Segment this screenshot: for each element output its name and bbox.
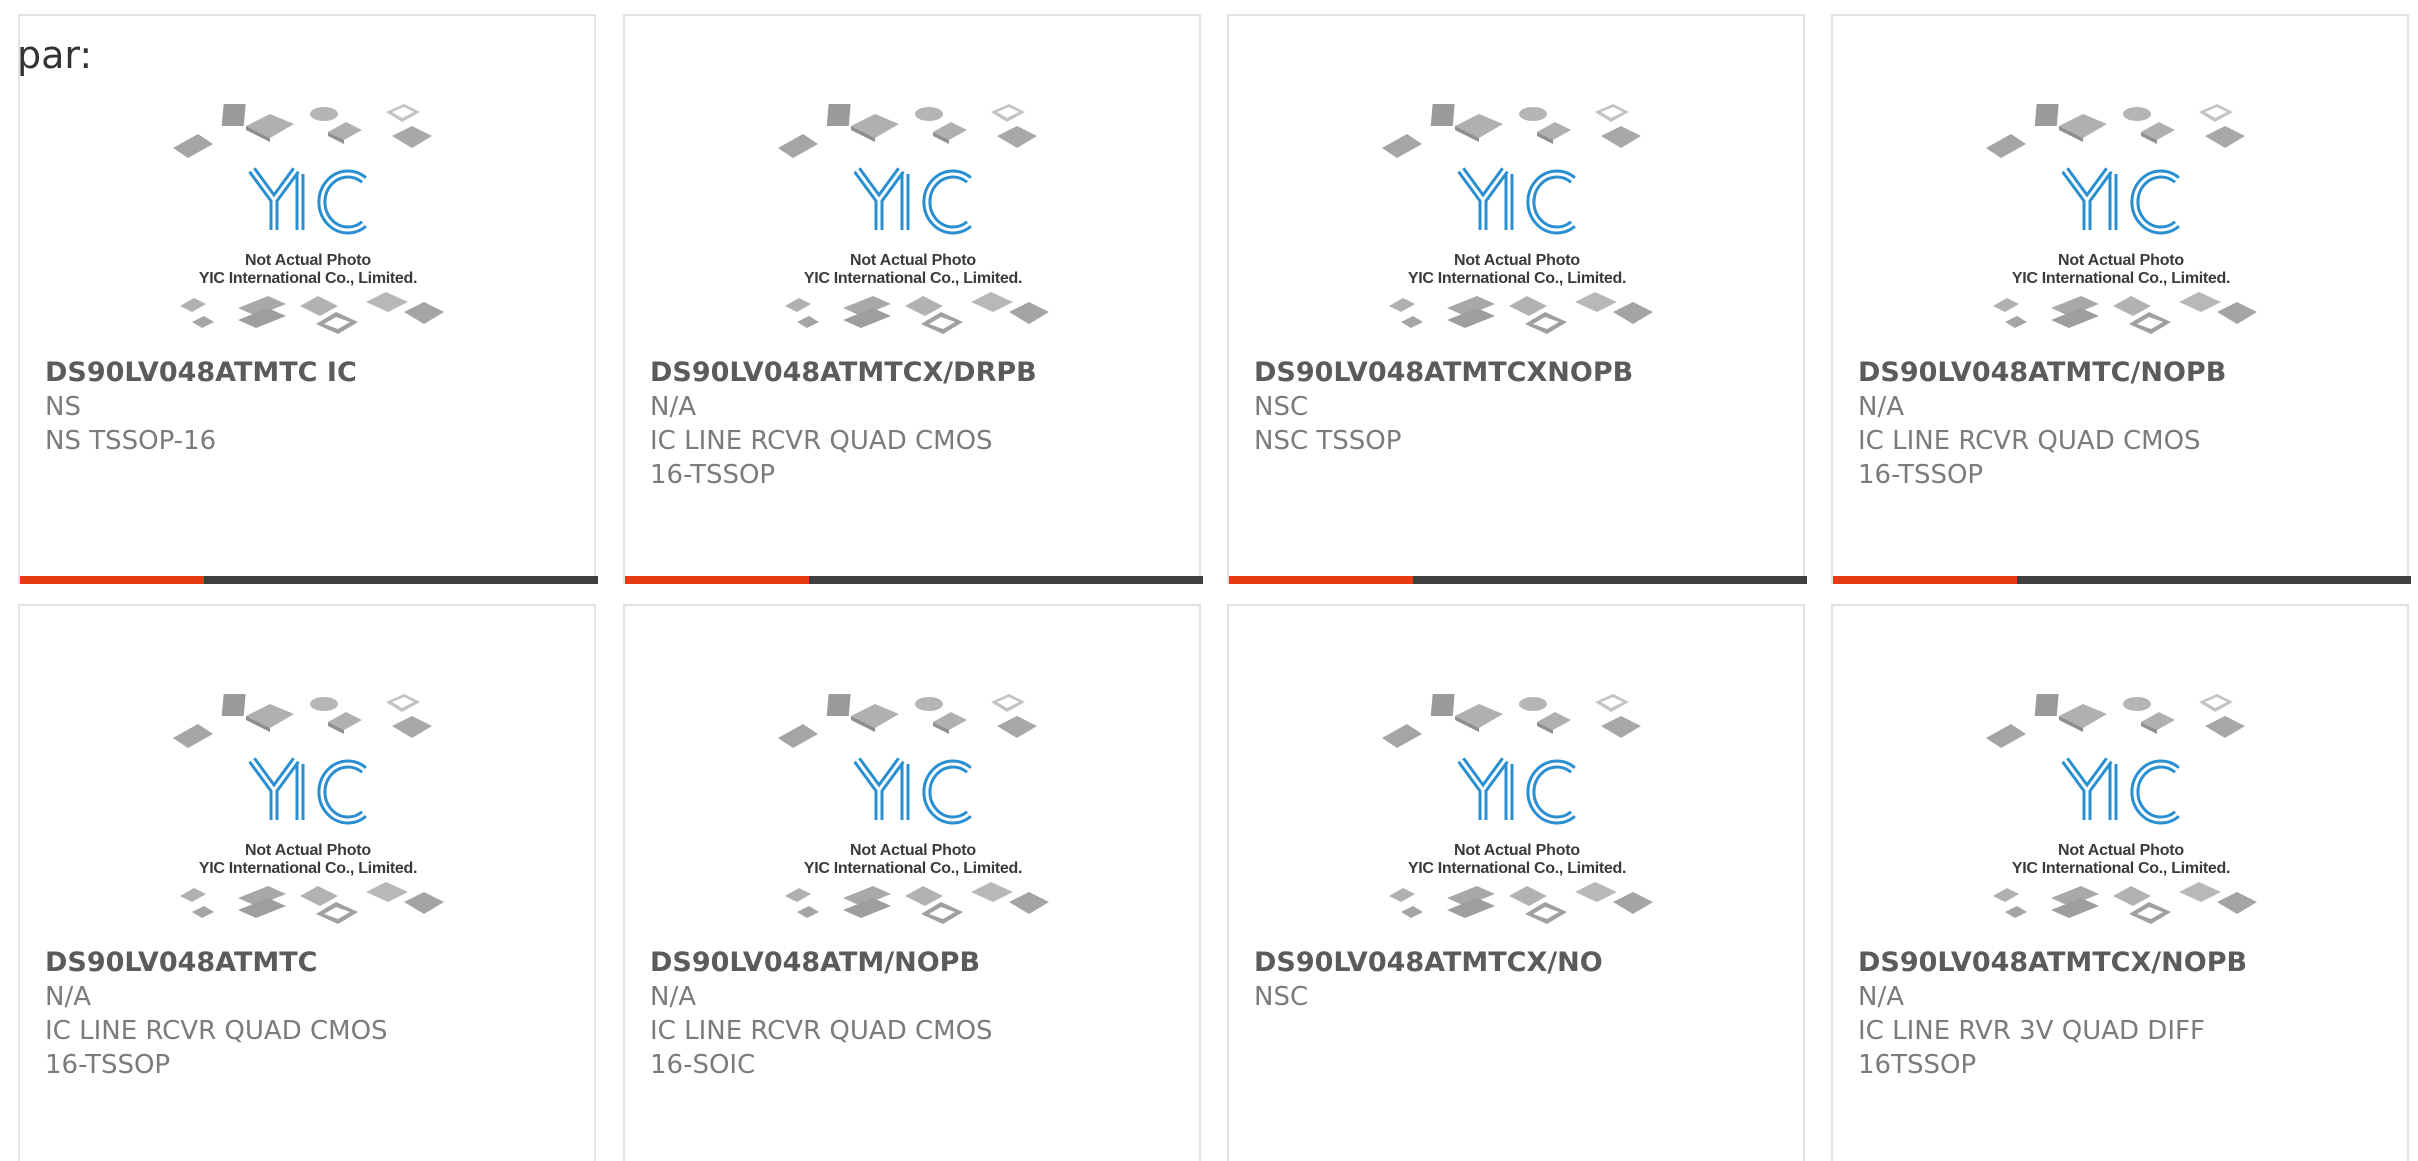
company-label: YIC International Co., Limited.	[2011, 270, 2231, 287]
manufacturer: N/A	[650, 392, 696, 422]
company-label: YIC International Co., Limited.	[198, 860, 418, 877]
product-placeholder-image: Not Actual Photo YIC International Co., …	[1981, 100, 2261, 345]
product-info: DS90LV048ATMTCX/NOPB N/A IC LINE RVR 3V …	[1858, 946, 2358, 1082]
part-number-link[interactable]: DS90LV048ATMTC IC	[45, 356, 545, 390]
product-card[interactable]: Not Actual Photo YIC International Co., …	[623, 604, 1201, 1161]
product-info: DS90LV048ATMTC/NOPB N/A IC LINE RCVR QUA…	[1858, 356, 2358, 492]
company-label: YIC International Co., Limited.	[1407, 270, 1627, 287]
part-number-link[interactable]: DS90LV048ATMTCXNOPB	[1254, 356, 1754, 390]
manufacturer: N/A	[1858, 982, 1904, 1012]
chip-package-illustration	[1382, 104, 1653, 334]
product-card[interactable]: Not Actual Photo YIC International Co., …	[18, 14, 598, 584]
manufacturer: N/A	[1858, 392, 1904, 422]
product-card[interactable]: Not Actual Photo YIC International Co., …	[623, 14, 1203, 584]
part-number-link[interactable]: DS90LV048ATMTCX/DRPB	[650, 356, 1150, 390]
page-heading: par:	[17, 33, 93, 77]
chip-package-illustration	[778, 104, 1049, 334]
card-accent-bar	[1229, 576, 1807, 584]
manufacturer: NS	[45, 392, 81, 422]
product-description: IC LINE RCVR QUAD CMOS 16-TSSOP	[45, 1016, 388, 1080]
product-description: NS TSSOP-16	[45, 426, 217, 456]
company-label: YIC International Co., Limited.	[1407, 860, 1627, 877]
not-actual-photo-label: Not Actual Photo	[1454, 252, 1580, 269]
not-actual-photo-label: Not Actual Photo	[850, 842, 976, 859]
manufacturer: N/A	[650, 982, 696, 1012]
product-info: DS90LV048ATMTC N/A IC LINE RCVR QUAD CMO…	[45, 946, 545, 1082]
product-placeholder-image: Not Actual Photo YIC International Co., …	[1377, 100, 1657, 345]
chip-package-illustration	[1986, 104, 2257, 334]
part-number-link[interactable]: DS90LV048ATMTC	[45, 946, 545, 980]
company-label: YIC International Co., Limited.	[803, 270, 1023, 287]
not-actual-photo-label: Not Actual Photo	[245, 252, 371, 269]
part-number-link[interactable]: DS90LV048ATMTC/NOPB	[1858, 356, 2358, 390]
product-card[interactable]: Not Actual Photo YIC International Co., …	[1831, 14, 2411, 584]
product-listing-page: par: Not Actual Photo YIC International …	[0, 0, 2418, 1161]
not-actual-photo-label: Not Actual Photo	[245, 842, 371, 859]
product-info: DS90LV048ATMTC IC NS NS TSSOP-16	[45, 356, 545, 458]
chip-package-illustration	[1382, 694, 1653, 924]
company-label: YIC International Co., Limited.	[198, 270, 418, 287]
part-number-link[interactable]: DS90LV048ATMTCX/NO	[1254, 946, 1754, 980]
product-description: IC LINE RCVR QUAD CMOS 16-TSSOP	[1858, 426, 2201, 490]
chip-package-illustration	[1986, 694, 2257, 924]
product-info: DS90LV048ATMTCX/DRPB N/A IC LINE RCVR QU…	[650, 356, 1150, 492]
not-actual-photo-label: Not Actual Photo	[2058, 252, 2184, 269]
product-info: DS90LV048ATM/NOPB N/A IC LINE RCVR QUAD …	[650, 946, 1150, 1082]
product-description: IC LINE RCVR QUAD CMOS 16-SOIC	[650, 1016, 993, 1080]
product-placeholder-image: Not Actual Photo YIC International Co., …	[1981, 690, 2261, 935]
company-label: YIC International Co., Limited.	[2011, 860, 2231, 877]
manufacturer: NSC	[1254, 392, 1309, 422]
card-accent-bar	[625, 576, 1203, 584]
manufacturer: NSC	[1254, 982, 1309, 1012]
part-number-link[interactable]: DS90LV048ATM/NOPB	[650, 946, 1150, 980]
product-card[interactable]: Not Actual Photo YIC International Co., …	[1227, 14, 1807, 584]
product-placeholder-image: Not Actual Photo YIC International Co., …	[168, 100, 448, 345]
chip-package-illustration	[173, 104, 444, 334]
product-placeholder-image: Not Actual Photo YIC International Co., …	[168, 690, 448, 935]
card-accent-bar	[1833, 576, 2411, 584]
product-description: IC LINE RCVR QUAD CMOS 16-TSSOP	[650, 426, 993, 490]
product-card[interactable]: Not Actual Photo YIC International Co., …	[1831, 604, 2409, 1161]
product-card[interactable]: Not Actual Photo YIC International Co., …	[18, 604, 596, 1161]
product-placeholder-image: Not Actual Photo YIC International Co., …	[773, 690, 1053, 935]
product-placeholder-image: Not Actual Photo YIC International Co., …	[1377, 690, 1657, 935]
product-card[interactable]: Not Actual Photo YIC International Co., …	[1227, 604, 1805, 1161]
not-actual-photo-label: Not Actual Photo	[1454, 842, 1580, 859]
product-placeholder-image: Not Actual Photo YIC International Co., …	[773, 100, 1053, 345]
product-description: NSC TSSOP	[1254, 426, 1402, 456]
product-grid: Not Actual Photo YIC International Co., …	[18, 14, 2418, 1161]
product-description: IC LINE RVR 3V QUAD DIFF 16TSSOP	[1858, 1016, 2205, 1080]
product-info: DS90LV048ATMTCX/NO NSC	[1254, 946, 1754, 1014]
company-label: YIC International Co., Limited.	[803, 860, 1023, 877]
not-actual-photo-label: Not Actual Photo	[850, 252, 976, 269]
product-info: DS90LV048ATMTCXNOPB NSC NSC TSSOP	[1254, 356, 1754, 458]
manufacturer: N/A	[45, 982, 91, 1012]
part-number-link[interactable]: DS90LV048ATMTCX/NOPB	[1858, 946, 2358, 980]
chip-package-illustration	[778, 694, 1049, 924]
card-accent-bar	[20, 576, 598, 584]
not-actual-photo-label: Not Actual Photo	[2058, 842, 2184, 859]
chip-package-illustration	[173, 694, 444, 924]
